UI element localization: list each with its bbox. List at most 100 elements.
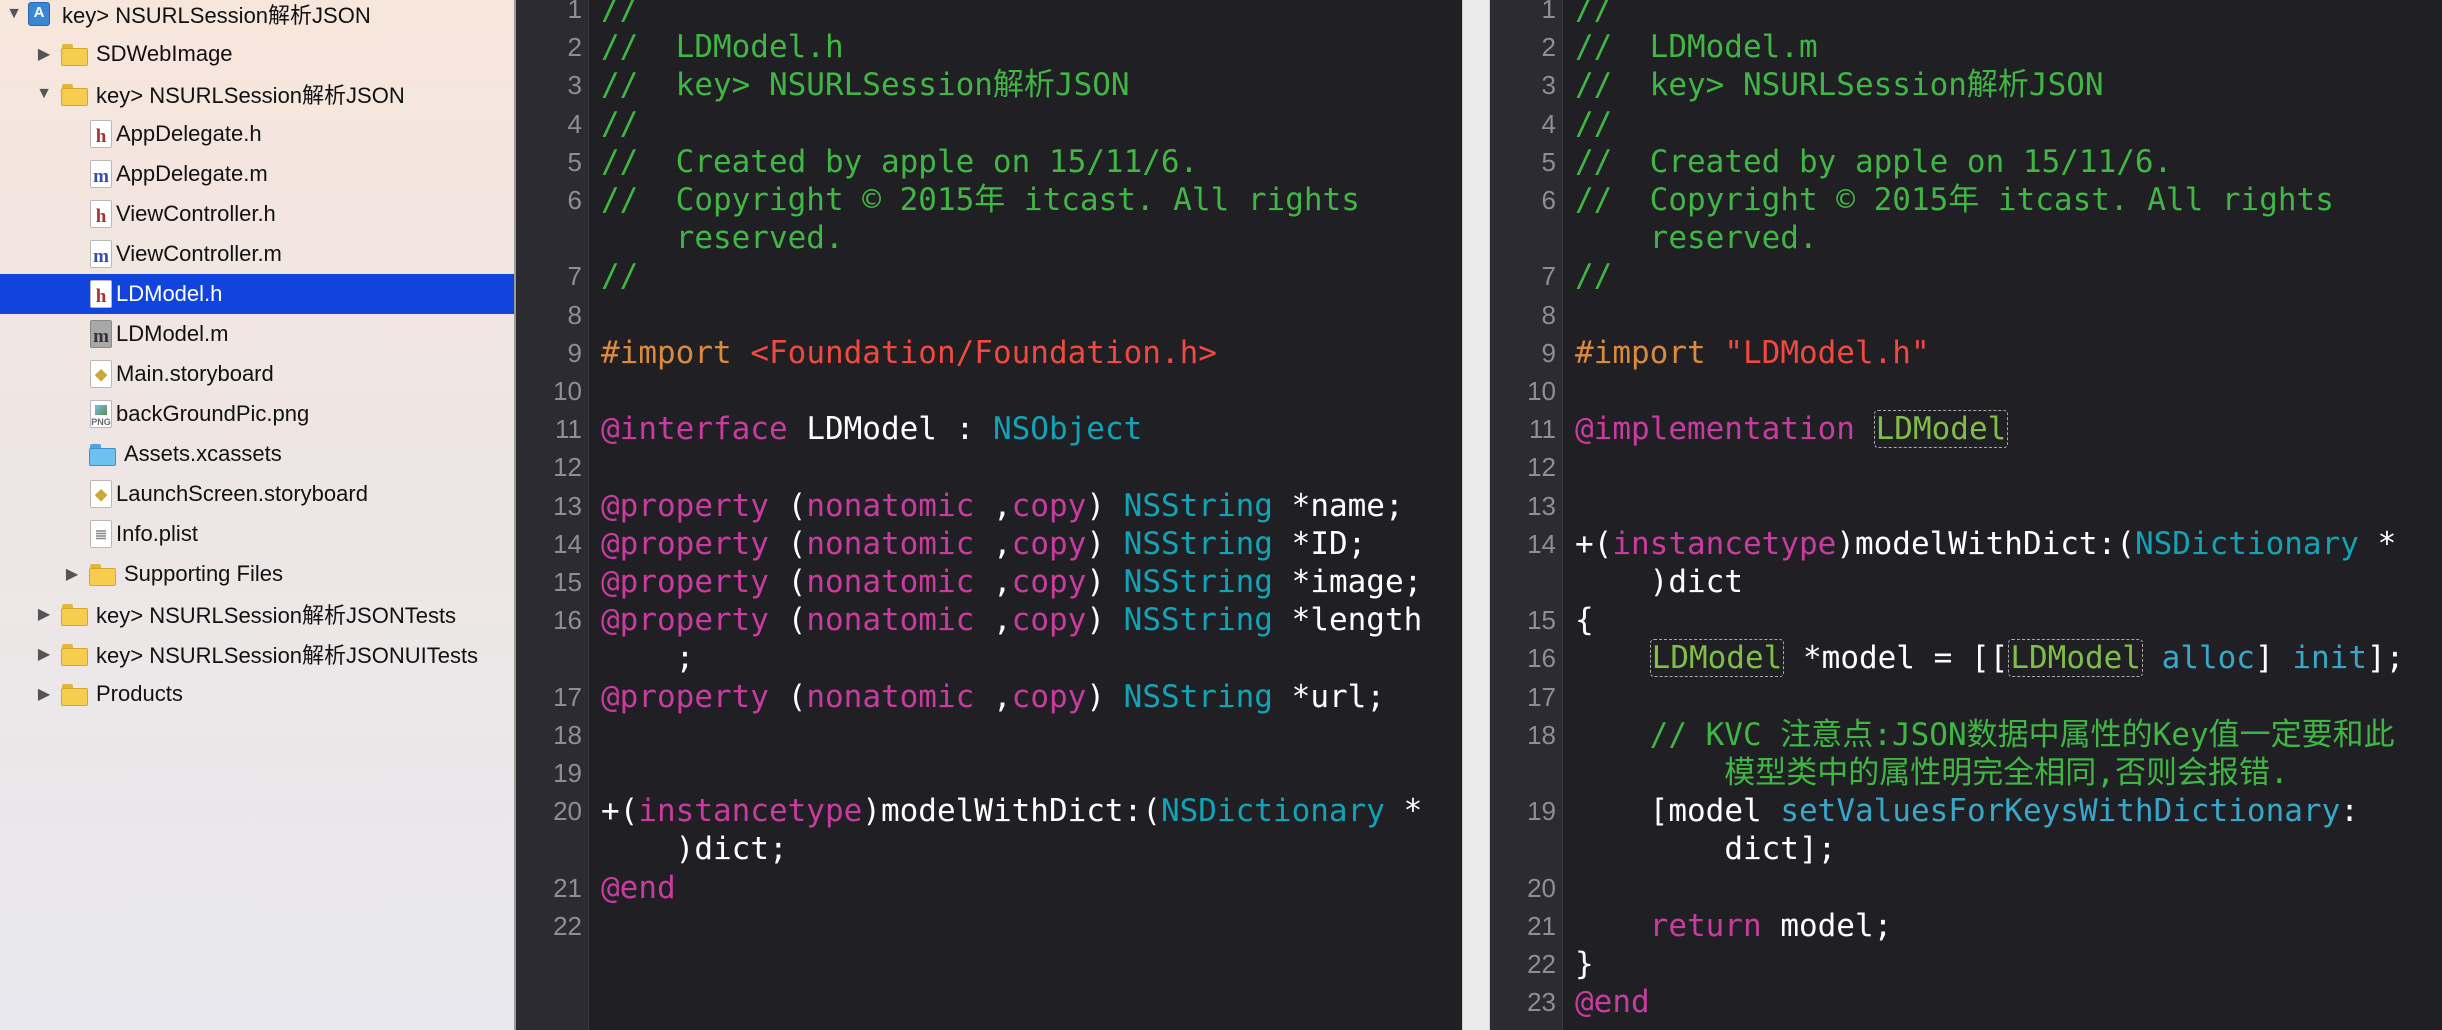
code-line[interactable]: return model; [1575, 907, 1893, 945]
code-line[interactable]: @property (nonatomic ,copy) NSString *le… [601, 601, 1422, 639]
code-line[interactable]: LDModel *model = [[LDModel alloc] init]; [1575, 639, 2404, 678]
code-line[interactable]: )dict [1575, 563, 1743, 601]
code-line[interactable]: [model setValuesForKeysWithDictionary: [1575, 792, 2359, 830]
disclosure-triangle-icon[interactable]: ▶ [32, 634, 56, 674]
disclosure-triangle-icon[interactable]: ▼ [32, 74, 56, 114]
tree-row-label: key> NSURLSession解析JSONUITests [96, 643, 479, 668]
tree-row-uitests[interactable]: ▶ key> NSURLSession解析JSONUITests [0, 634, 514, 674]
line-number-gutter: 1 2 3 4 5 6 7 8 9 10 11 12 13 14 15 16 17 18 19 20 21 22 [516, 0, 589, 1030]
code-line[interactable]: @end [1575, 983, 1650, 1021]
tree-row-label: SDWebImage [96, 41, 233, 66]
line-number: 23 [1527, 987, 1556, 1018]
tree-row-label: key> NSURLSession解析JSON [96, 83, 405, 108]
tree-row-appdelegate-h[interactable]: h AppDelegate.h [0, 114, 514, 154]
tree-row-appdelegate-m[interactable]: m AppDelegate.m [0, 154, 514, 194]
code-line[interactable]: reserved. [1575, 219, 1818, 257]
code-line[interactable]: reserved. [601, 219, 844, 257]
tree-row-label: Main.storyboard [116, 361, 274, 386]
code-line[interactable]: } [1575, 945, 1594, 983]
code-line[interactable]: +(instancetype)modelWithDict:(NSDictiona… [601, 792, 1422, 830]
disclosure-triangle-icon[interactable]: ▶ [60, 554, 84, 594]
line-number: 6 [1541, 185, 1556, 215]
line-number: 19 [1527, 796, 1556, 827]
code-line[interactable]: @property (nonatomic ,copy) NSString *im… [601, 563, 1422, 601]
line-number: 9 [567, 337, 582, 368]
tree-row-main-storyboard[interactable]: ❖ Main.storyboard [0, 354, 514, 394]
tree-row-viewcontroller-h[interactable]: h ViewController.h [0, 194, 514, 234]
storyboard-icon: ❖ [90, 360, 112, 388]
code-line[interactable]: // [1575, 257, 1612, 295]
code-line[interactable]: // Created by apple on 15/11/6. [1575, 143, 2172, 181]
code-line[interactable]: @end [601, 869, 676, 907]
line-number [516, 219, 582, 257]
code-line[interactable]: @implementation LDModel [1575, 410, 2009, 449]
line-number: 22 [1527, 949, 1556, 979]
tree-row-ldmodel-h[interactable]: h LDModel.h [0, 274, 514, 314]
code-line[interactable]: 模型类中的属性明完全相同,否则会报错. [1575, 754, 2288, 792]
code-line[interactable]: // LDModel.m [1575, 28, 1818, 66]
code-line[interactable]: @interface LDModel : NSObject [601, 410, 1142, 448]
code-line[interactable]: // key> NSURLSession解析JSON [1575, 66, 2104, 104]
code-line[interactable]: #import <Foundation/Foundation.h> [601, 334, 1217, 372]
code-line[interactable]: // Copyright © 2015年 itcast. All rights [1575, 181, 2334, 219]
tree-row-viewcontroller-m[interactable]: m ViewController.m [0, 234, 514, 274]
code-line[interactable]: { [1575, 601, 1594, 639]
header-file-icon: h [90, 120, 112, 148]
line-number: 20 [1527, 872, 1556, 903]
line-number: 21 [1527, 910, 1556, 941]
code-line[interactable]: @property (nonatomic ,copy) NSString *ur… [601, 678, 1385, 716]
disclosure-triangle-icon[interactable]: ▶ [32, 674, 56, 714]
line-number: 7 [1541, 261, 1556, 292]
line-number-gutter: 123456789101112131415161718192021222324 [1490, 0, 1563, 1030]
code-line[interactable]: #import "LDModel.h" [1575, 334, 1930, 372]
code-line[interactable]: )dict; [601, 830, 788, 868]
code-line[interactable]: dict]; [1575, 830, 1836, 868]
code-line[interactable]: // [1575, 0, 1612, 28]
tree-row-sdwebimage[interactable]: ▶ SDWebImage [0, 34, 514, 74]
disclosure-triangle-icon[interactable]: ▼ [2, 0, 26, 34]
tree-row-label: Assets.xcassets [124, 441, 282, 466]
code-line[interactable]: // [1575, 105, 1612, 143]
code-line[interactable]: // Created by apple on 15/11/6. [601, 143, 1198, 181]
tree-row-ldmodel-m[interactable]: m LDModel.m [0, 314, 514, 354]
tree-row-supporting-files[interactable]: ▶ Supporting Files [0, 554, 514, 594]
code-line[interactable]: ; [601, 639, 695, 677]
code-line[interactable]: // [601, 105, 638, 143]
code-line[interactable]: // KVC 注意点:JSON数据中属性的Key值一定要和此 [1575, 716, 2395, 754]
code-line[interactable]: // [601, 0, 638, 28]
line-number: 19 [553, 758, 582, 788]
disclosure-triangle-icon[interactable]: ▶ [32, 594, 56, 634]
line-number: 18 [553, 719, 582, 750]
code-line[interactable]: // [601, 257, 638, 295]
disclosure-triangle-icon[interactable]: ▶ [32, 34, 56, 74]
line-number: 17 [1527, 681, 1556, 712]
source-editor-implementation[interactable]: 123456789101112131415161718192021222324 … [1490, 0, 2442, 1030]
code-line[interactable]: +(instancetype)modelWithDict:(NSDictiona… [1575, 525, 2396, 563]
tree-row-main-group[interactable]: ▼ key> NSURLSession解析JSON [0, 74, 514, 114]
tree-row-info-plist[interactable]: ≣ Info.plist [0, 514, 514, 554]
tree-row-assets[interactable]: Assets.xcassets [0, 434, 514, 474]
tree-row-launchscreen[interactable]: ❖ LaunchScreen.storyboard [0, 474, 514, 514]
code-line[interactable]: // LDModel.h [601, 28, 844, 66]
xcode-project-icon: A [26, 0, 52, 29]
project-navigator: ▼ A key> NSURLSession解析JSON ▶ SDWebImage… [0, 0, 514, 1030]
tree-row-tests[interactable]: ▶ key> NSURLSession解析JSONTests [0, 594, 514, 634]
line-number: 22 [553, 910, 582, 941]
tree-row-label: Supporting Files [124, 561, 283, 586]
tree-row-project[interactable]: ▼ A key> NSURLSession解析JSON [0, 0, 514, 34]
code-line[interactable]: @property (nonatomic ,copy) NSString *na… [601, 487, 1404, 525]
line-number: 5 [567, 146, 582, 177]
source-editor-header[interactable]: 1 2 3 4 5 6 7 8 9 10 11 12 13 14 15 16 17 18 19 20 21 22 ////… [514, 0, 1462, 1030]
line-number [1490, 754, 1556, 792]
line-number: 20 [553, 796, 582, 827]
code-line[interactable]: // key> NSURLSession解析JSON [601, 66, 1130, 104]
header-file-icon: h [90, 280, 112, 308]
editor-split-divider[interactable] [1462, 0, 1490, 1030]
code-line[interactable]: // Copyright © 2015年 itcast. All rights [601, 181, 1360, 219]
code-line[interactable]: @property (nonatomic ,copy) NSString *ID… [601, 525, 1366, 563]
line-number: 16 [553, 605, 582, 636]
line-number: 15 [553, 567, 582, 597]
tree-row-products[interactable]: ▶ Products [0, 674, 514, 714]
tree-row-background-png[interactable]: PNG backGroundPic.png [0, 394, 514, 434]
folder-icon [60, 39, 88, 69]
